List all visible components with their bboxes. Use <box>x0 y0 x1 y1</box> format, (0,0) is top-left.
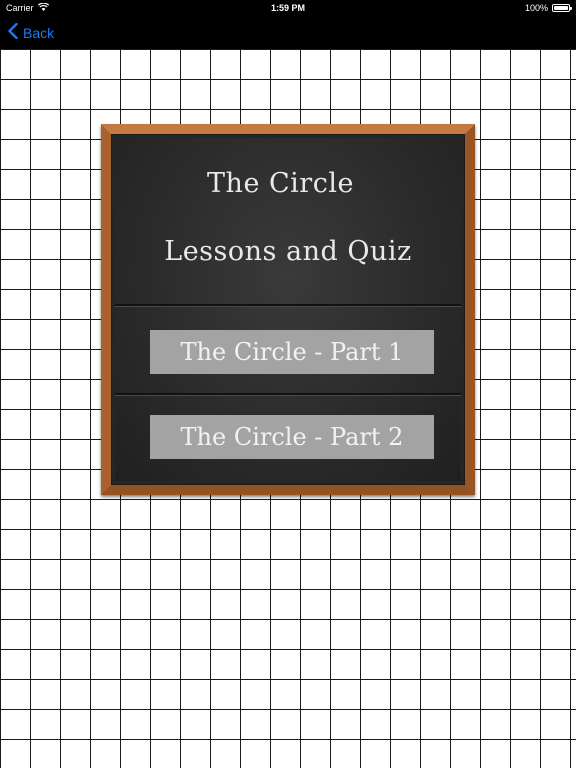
back-button[interactable]: Back <box>8 22 55 42</box>
status-right: 100% <box>524 3 572 13</box>
chalkboard-header: The Circle Lessons and Quiz <box>115 138 461 306</box>
lesson-row: The Circle - Part 1 <box>115 306 461 395</box>
status-bar: Carrier 1:59 PM 100% <box>0 0 576 16</box>
lesson-row: The Circle - Part 2 <box>115 395 461 482</box>
battery-level-fill <box>554 6 568 10</box>
battery-percent: 100% <box>524 3 548 13</box>
lesson-part-1-button[interactable]: The Circle - Part 1 <box>150 330 434 374</box>
navigation-bar: Back <box>0 16 576 49</box>
page-title: The Circle <box>207 168 354 199</box>
chalkboard: The Circle Lessons and Quiz The Circle -… <box>115 138 461 481</box>
battery-icon <box>552 4 572 12</box>
lesson-part-2-button[interactable]: The Circle - Part 2 <box>150 415 434 459</box>
chevron-left-icon <box>8 22 18 42</box>
chalkboard-frame: The Circle Lessons and Quiz The Circle -… <box>101 124 475 495</box>
page-subtitle: Lessons and Quiz <box>164 236 412 267</box>
status-time: 1:59 PM <box>270 3 305 13</box>
back-button-label: Back <box>23 24 55 41</box>
